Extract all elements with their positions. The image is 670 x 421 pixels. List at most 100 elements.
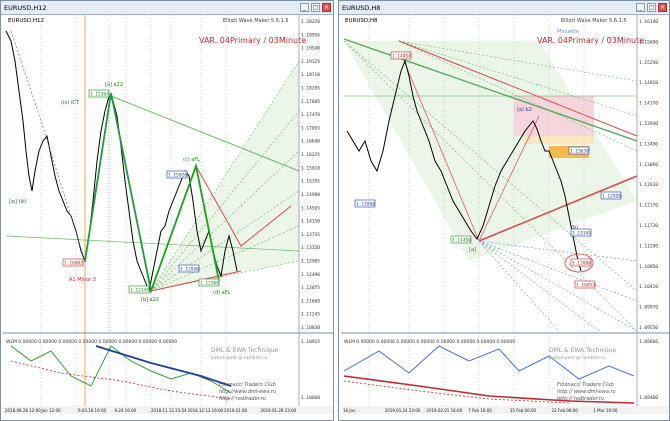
wave-label: [b] a22 xyxy=(141,297,159,303)
price-tick-label: 1.17885 xyxy=(301,99,320,105)
price-tick-label: 1.09530 xyxy=(639,325,658,331)
price-tick-label: 1.11730 xyxy=(639,223,658,229)
time-tick-label: 7 Feb 16:00 xyxy=(468,408,492,413)
price-tick-label: 1.11660 xyxy=(301,298,320,304)
chart-canvas[interactable]: EURUSD,H8 Elliott Wave Maker 5.6.1.5 VAR… xyxy=(339,1,670,421)
sub-window-label: WLM 0.00000 0.00000 0.00000 0.00000 0.00… xyxy=(344,339,515,345)
time-tick-label: 2018.11.12 23:54 xyxy=(151,408,187,413)
chart-canvas[interactable]: EURUSD,H12 Elliott Wave Maker 5.6.1.5 VA… xyxy=(1,1,334,421)
time-tick-label: 2018.08.28 12:00 xyxy=(5,408,41,413)
time-tick-label: 2019.01.24 23:00 xyxy=(385,408,421,413)
price-tick-label: 1.09970 xyxy=(639,305,658,311)
price-box-label: 1.12928 xyxy=(602,194,621,200)
price-tick-label: 1.18710 xyxy=(301,72,320,78)
price-tick-label: 1.20370 xyxy=(301,19,320,25)
price-box-label: 1.12364 xyxy=(90,92,109,98)
price-tick-label: 1.13490 xyxy=(639,141,658,147)
price-tick-label: 1.10850 xyxy=(639,264,658,270)
time-tick-label: 2019.02.01 16:00 xyxy=(426,408,462,413)
price-box-label: 1.13638 xyxy=(570,149,589,155)
price-tick-label: 1.12170 xyxy=(639,203,658,209)
wave-label: (a) b2 xyxy=(517,107,532,113)
watermark: Fibonacci Traders Club xyxy=(219,382,276,388)
chart-window-eurusd-h12[interactable]: EURUSD,H12 _ □ × EURUSD,H12 Elliott Wave… xyxy=(0,0,334,421)
chart-symbol-label: EURUSD,H12 xyxy=(8,18,44,24)
price-box-label: 1.10853 xyxy=(576,283,595,289)
wave-label: (iv) iCT xyxy=(61,100,80,106)
price-tick-label: 1.16140 xyxy=(639,19,658,25)
price-tick-label: 1.12610 xyxy=(639,182,658,188)
watermark: http:// redtrader.ru xyxy=(219,396,266,402)
degree-label: Minuette xyxy=(557,29,579,35)
price-tick-label: 1.13930 xyxy=(639,121,658,127)
price-tick-label: 1.12905 xyxy=(301,258,320,264)
price-box-label: 1.12888 xyxy=(572,261,591,267)
wave-label: (c) aFL xyxy=(183,157,200,163)
price-tick-label: 1.12075 xyxy=(301,285,320,291)
time-tick-label: 2018.12.13 16:00 xyxy=(188,408,224,413)
chart-symbol-label: EURUSD,H8 xyxy=(345,18,378,24)
indicator-name: Elliott Wave Maker 5.6.1.5 xyxy=(561,18,627,24)
time-tick-label: Jun 12:00 xyxy=(41,408,62,413)
sub-window-label: WLM 0.00000 0.00000 0.00000 0.00000 0.00… xyxy=(6,339,177,345)
price-tick-label: 1.19956 xyxy=(301,32,320,38)
price-box-label: 1.10802 xyxy=(64,261,83,267)
price-axis: 1.20370 1.19956 1.19540 1.19125 1.18710 1.182… xyxy=(301,19,320,331)
price-box-label: 1.14458 xyxy=(392,54,411,60)
wave-label: [w] (iii) xyxy=(9,199,27,205)
price-tick-label: 1.11290 xyxy=(639,243,658,249)
price-box-label: 1.12930 xyxy=(180,267,199,273)
watermark: Fibonacci Traders Club xyxy=(557,382,614,388)
time-tick-label: 15 Feb 00:00 xyxy=(510,408,537,413)
time-tick-label: 2019.01.08 xyxy=(224,408,247,413)
price-tick-label: 1.17470 xyxy=(301,112,320,118)
price-box-label: 1.11800 xyxy=(356,202,375,208)
price-tick-label: 1.15395 xyxy=(301,179,320,185)
time-tick-label: 2019.01.28 23:00 xyxy=(261,408,297,413)
time-tick-label: 9.24 16:00 xyxy=(115,408,137,413)
price-tick-label: 1.14565 xyxy=(301,205,320,211)
wave-label: (d) aFL xyxy=(213,290,231,296)
price-tick-label: 1.17055 xyxy=(301,125,320,131)
price-tick-label: 1.15810 xyxy=(301,165,320,171)
watermark: http://www.dml-ewa.ru xyxy=(219,389,276,395)
price-box-label: 1.12145 xyxy=(130,288,149,294)
price-tick-label: 1.19540 xyxy=(301,46,320,52)
price-tick-label: 1.16640 xyxy=(301,139,320,145)
time-tick-label: 22 Feb 08:00 xyxy=(552,408,579,413)
time-axis: 16 Jan 2019.01.24 23:00 2019.02.01 16:00 7 … xyxy=(343,408,618,413)
price-tick-label: 1.12490 xyxy=(301,272,320,278)
price-tick-label: 1.14810 xyxy=(639,80,658,86)
price-tick-label: 1.15250 xyxy=(639,60,658,66)
target-zone xyxy=(524,136,594,144)
watermark: potnik-post @ rambler.ru xyxy=(211,355,267,361)
wave-label: A1 Minor 3 xyxy=(69,277,96,283)
sub-price-label: 1.09400 xyxy=(639,395,658,401)
sub-price-label: 1.09666 xyxy=(639,339,658,345)
price-axis: 1.16140 1.15690 1.15250 1.14810 1.14370 1.139… xyxy=(639,19,658,331)
watermark: DML & EWA Technique xyxy=(549,347,617,354)
chart-window-eurusd-h8[interactable]: EURUSD,H8 _ □ × EURUSD,H8 Elliott Wave M… xyxy=(338,0,670,421)
price-tick-label: 1.13320 xyxy=(301,245,320,251)
sub-price-label: 1.10660 xyxy=(301,395,320,401)
watermark: http:// redtrader.ru xyxy=(557,396,604,402)
price-tick-label: 1.14370 xyxy=(639,101,658,107)
price-tick-label: 1.13050 xyxy=(639,162,658,168)
price-box-label: 1.11450 xyxy=(452,238,471,244)
scenario-title: VAR. 04Primary / 03Minute xyxy=(537,36,644,45)
price-box-label: 1.15928 xyxy=(168,173,187,179)
price-box-label: 1.13145 xyxy=(572,231,591,237)
price-box-label: 1.12360 xyxy=(200,281,219,287)
price-tick-label: 1.10830 xyxy=(301,325,320,331)
watermark: http:// www.dml-ewa.ru xyxy=(557,389,616,395)
time-tick-label: 16 Jan xyxy=(343,408,356,413)
wave-label: [a] xyxy=(469,247,476,253)
price-tick-label: 1.11245 xyxy=(301,312,320,318)
sub-price-label: 1.10915 xyxy=(301,339,320,345)
wave-label: [a] a22 xyxy=(105,82,123,88)
price-tick-label: 1.15690 xyxy=(639,39,658,45)
price-tick-label: 1.10410 xyxy=(639,284,658,290)
indicator-name: Elliott Wave Maker 5.6.1.5 xyxy=(223,18,289,24)
price-tick-label: 1.16225 xyxy=(301,152,320,158)
price-tick-label: 1.19125 xyxy=(301,59,320,65)
